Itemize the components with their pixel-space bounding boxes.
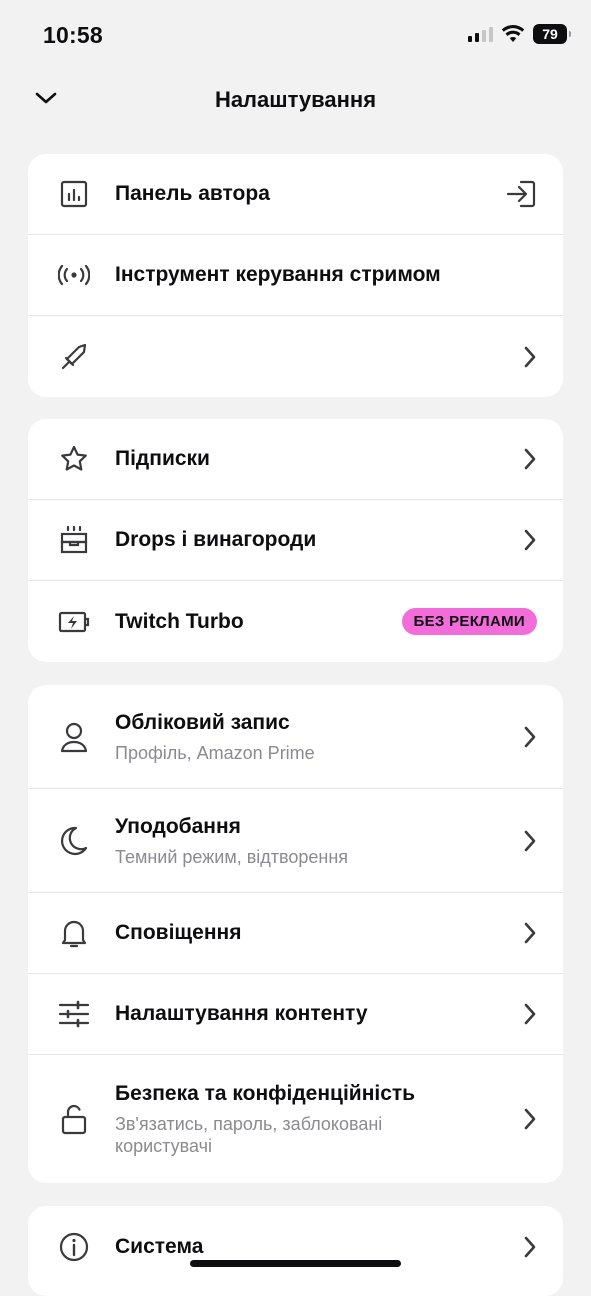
menu-item-preferences[interactable]: Уподобання Темний режим, відтворення: [28, 789, 563, 893]
chevron-right-icon: [523, 529, 537, 551]
chevron-right-icon: [523, 1108, 537, 1130]
menu-item-content-settings[interactable]: Налаштування контенту: [28, 974, 563, 1055]
chevron-right-icon: [523, 726, 537, 748]
menu-item-label: Інструмент керування стримом: [115, 263, 441, 286]
battery-bolt-icon: [58, 606, 90, 638]
badge-label: БЕЗ РЕКЛАМИ: [401, 608, 537, 635]
menu-item-subscriptions[interactable]: Підписки: [28, 419, 563, 500]
chevron-right-icon: [523, 922, 537, 944]
menu-item-label: Система: [115, 1234, 204, 1258]
menu-item-twitch-turbo[interactable]: Twitch Turbo БЕЗ РЕКЛАМИ: [28, 581, 563, 662]
menu-item-sublabel: Профіль, Amazon Prime: [115, 742, 315, 763]
chevron-right-icon: [523, 1003, 537, 1025]
menu-item-sublabel: Темний режим, відтворення: [115, 846, 349, 867]
subscriptions-card: Підписки Drops і винагороди Twitch Turbo…: [28, 419, 563, 662]
chevron-right-icon: [523, 830, 537, 852]
bell-icon: [58, 917, 90, 949]
menu-item-creator-dashboard[interactable]: Панель автора: [28, 154, 563, 235]
person-icon: [58, 721, 90, 753]
menu-item-system[interactable]: Система: [28, 1206, 563, 1287]
status-icons: 79: [468, 24, 571, 44]
moon-icon: [58, 825, 90, 857]
bar-chart-icon: [58, 178, 90, 210]
menu-item-label: Drops і винагороди: [115, 528, 317, 551]
menu-item-label: Обліковий запис: [115, 710, 290, 734]
gift-box-icon: [58, 524, 90, 556]
system-card: Система: [28, 1206, 563, 1296]
battery-indicator: 79: [533, 24, 571, 44]
creator-tools-card: Панель автора Інструмент керування стрим…: [28, 154, 563, 397]
menu-item-label: Панель автора: [115, 182, 270, 205]
menu-item-sword[interactable]: [28, 316, 563, 397]
star-icon: [58, 443, 90, 475]
unlock-icon: [58, 1103, 90, 1135]
no-ads-badge: БЕЗ РЕКЛАМИ: [401, 608, 537, 635]
home-indicator[interactable]: [190, 1260, 401, 1267]
cellular-signal-icon: [468, 26, 493, 42]
nav-bar: Налаштування: [0, 72, 591, 128]
settings-card: Обліковий запис Профіль, Amazon Prime Уп…: [28, 685, 563, 1183]
sword-icon: [58, 341, 90, 373]
menu-item-label: Безпека та конфіденційність: [115, 1082, 416, 1105]
sliders-icon: [58, 998, 90, 1030]
page-title: Налаштування: [214, 87, 377, 112]
menu-item-label: Уподобання: [115, 814, 241, 838]
login-icon: [505, 179, 537, 209]
menu-item-drops[interactable]: Drops і винагороди: [28, 500, 563, 581]
menu-item-stream-manager[interactable]: Інструмент керування стримом: [28, 235, 563, 316]
chevron-right-icon: [523, 448, 537, 470]
menu-item-label: Налаштування контенту: [115, 1002, 368, 1025]
broadcast-icon: [58, 259, 90, 291]
menu-item-security-privacy[interactable]: Безпека та конфіденційність Зв'язатись, …: [28, 1055, 563, 1183]
menu-item-sublabel: Зв'язатись, пароль, заблоковані користув…: [115, 1114, 383, 1156]
status-bar: 10:58 79: [0, 0, 591, 70]
chevron-right-icon: [523, 346, 537, 368]
menu-item-label: Підписки: [115, 447, 210, 470]
menu-item-label: Сповіщення: [115, 921, 242, 944]
chevron-right-icon: [523, 1236, 537, 1258]
menu-item-account[interactable]: Обліковий запис Профіль, Amazon Prime: [28, 685, 563, 789]
menu-item-notifications[interactable]: Сповіщення: [28, 893, 563, 974]
info-icon: [58, 1231, 90, 1263]
status-time: 10:58: [43, 22, 103, 48]
wifi-icon: [501, 25, 525, 43]
